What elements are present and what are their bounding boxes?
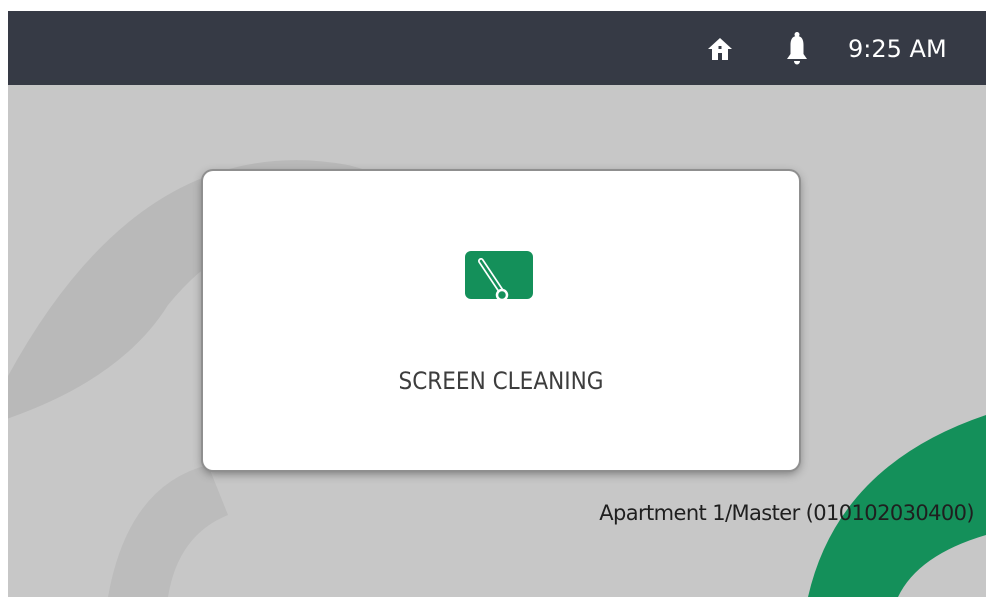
bell-icon[interactable] [784,31,810,65]
device-screen: 9:25 AM SCREEN CLEANING Apartment 1/Mast… [8,11,986,597]
status-bar: 9:25 AM [8,11,986,85]
screen-cleaning-card[interactable]: SCREEN CLEANING [203,171,799,470]
clock: 9:25 AM [848,35,947,63]
card-label: SCREEN CLEANING [398,367,604,395]
home-icon[interactable] [706,35,734,63]
screen-cleaning-icon [465,251,533,302]
background-arc-gray-lower [108,465,228,597]
device-identity-label: Apartment 1/Master (010102030400) [599,501,974,525]
